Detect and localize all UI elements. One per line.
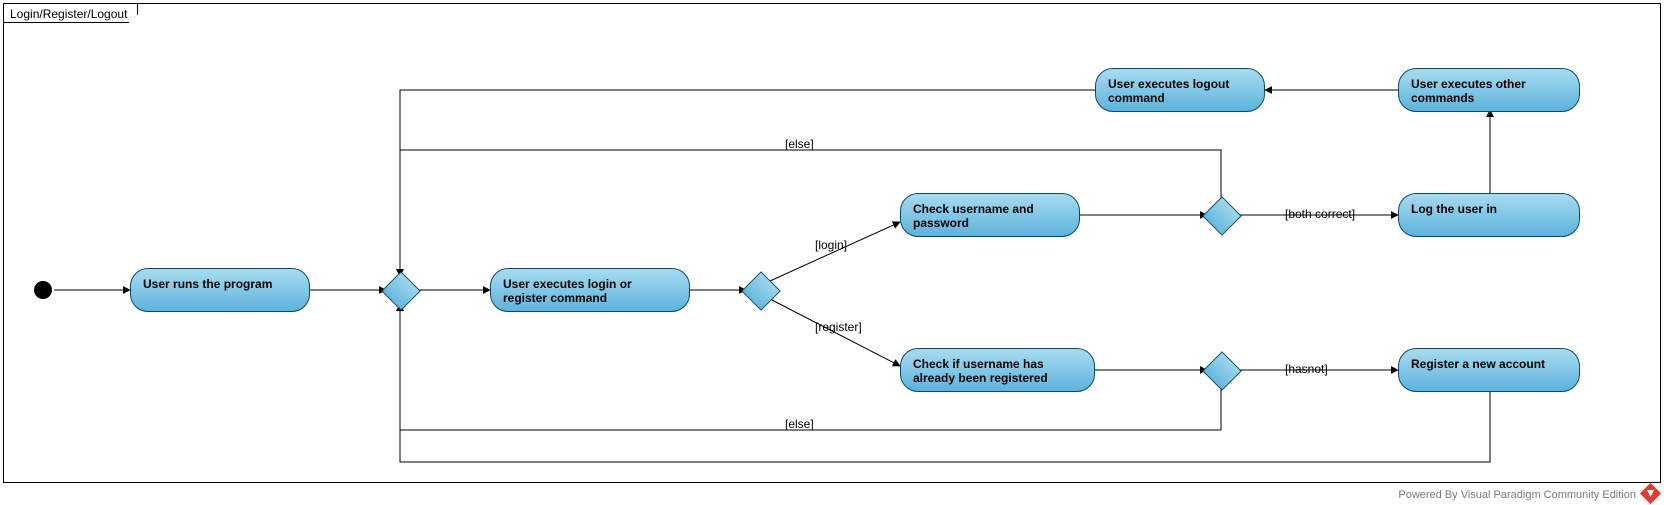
activity-label: User runs the program: [143, 277, 272, 291]
activity-user-runs: User runs the program: [130, 268, 310, 312]
watermark-text: Powered By Visual Paradigm Community Edi…: [1398, 489, 1636, 501]
activity-check-username-password: Check username and password: [900, 193, 1080, 237]
activity-label: Check if username has already been regis…: [913, 357, 1082, 385]
activity-log-user-in: Log the user in: [1398, 193, 1580, 237]
activity-label: Register a new account: [1411, 357, 1545, 371]
vp-logo-icon: [1640, 483, 1661, 504]
initial-node: [34, 281, 52, 299]
guard-hasnot: [hasnot]: [1285, 362, 1328, 376]
activity-label: User executes logout command: [1108, 77, 1252, 105]
activity-label: User executes login or register command: [503, 277, 677, 305]
activity-logout-command: User executes logout command: [1095, 68, 1265, 112]
guard-register: [register]: [815, 320, 862, 334]
activity-other-commands: User executes other commands: [1398, 68, 1580, 112]
activity-exec-login-register: User executes login or register command: [490, 268, 690, 312]
guard-else-lower: [else]: [785, 417, 814, 431]
activity-label: Check username and password: [913, 202, 1067, 230]
diagram-canvas: Login/Register/Logout: [0, 0, 1664, 505]
activity-label: User executes other commands: [1411, 77, 1567, 105]
frame-title: Login/Register/Logout: [3, 3, 138, 23]
guard-both-correct: [both correct]: [1285, 207, 1355, 221]
guard-else-upper: [else]: [785, 137, 814, 151]
activity-label: Log the user in: [1411, 202, 1497, 216]
guard-login: [login]: [815, 238, 847, 252]
activity-register-account: Register a new account: [1398, 348, 1580, 392]
activity-check-already-registered: Check if username has already been regis…: [900, 348, 1095, 392]
